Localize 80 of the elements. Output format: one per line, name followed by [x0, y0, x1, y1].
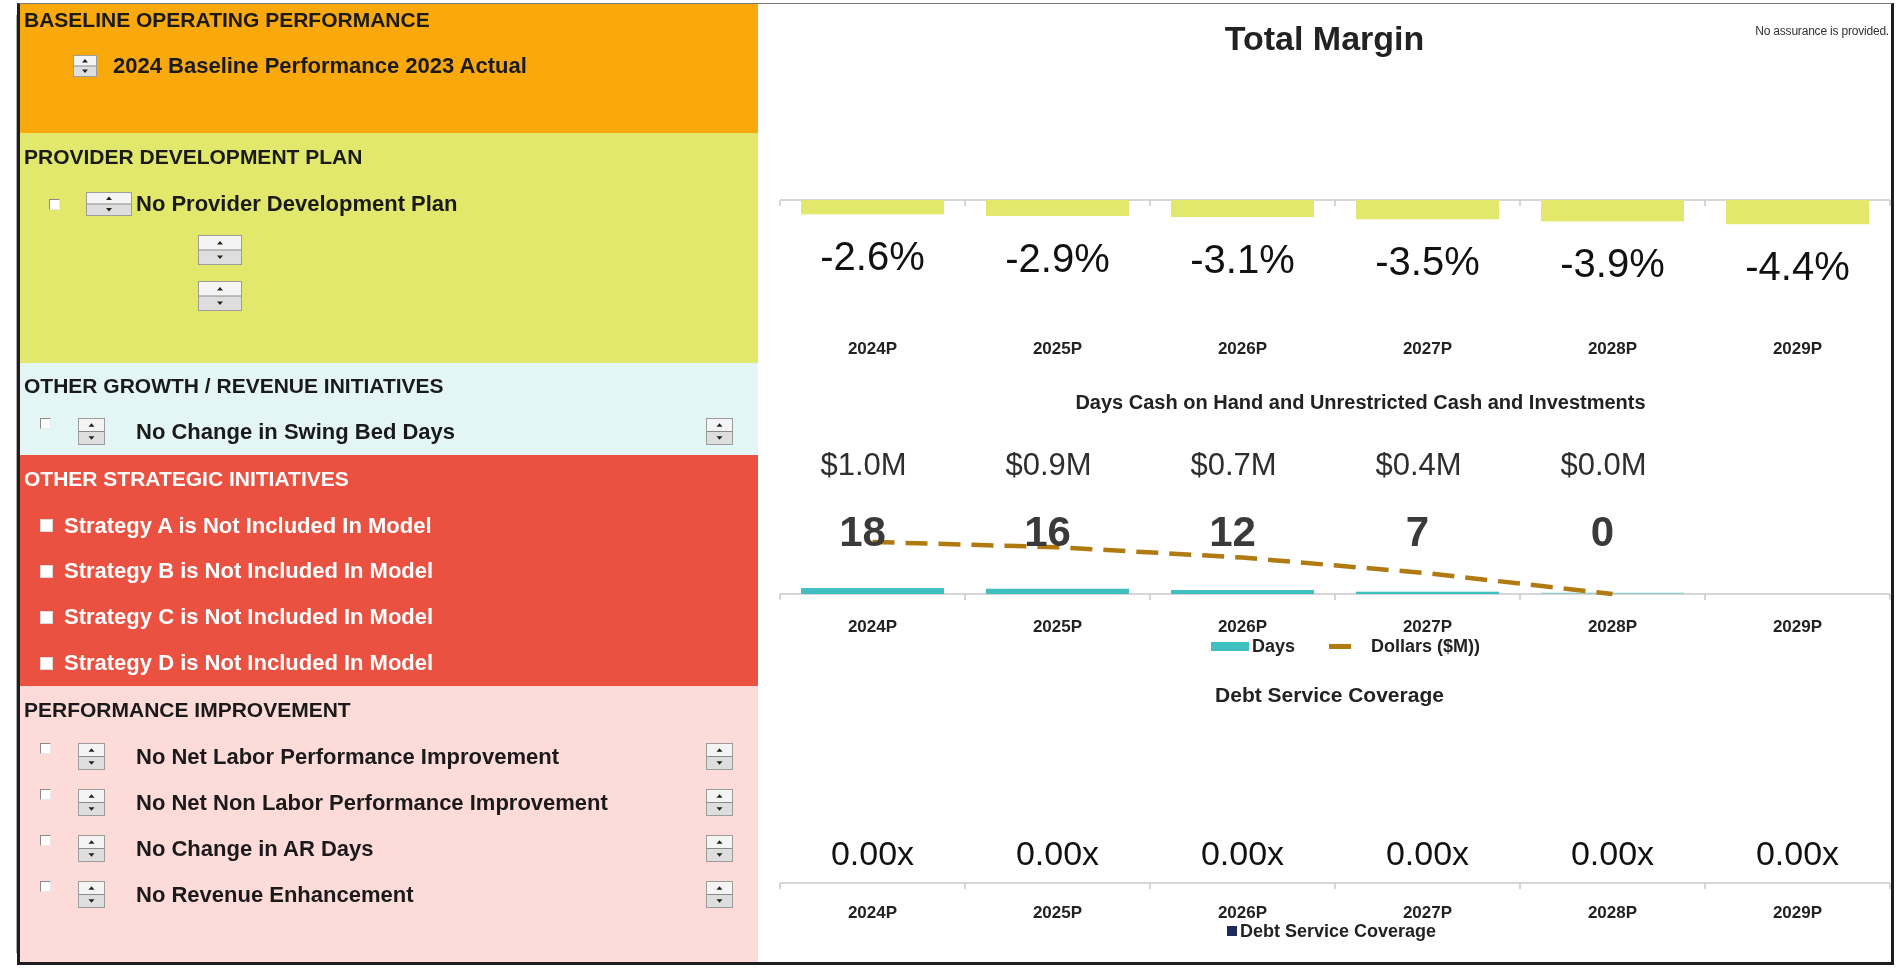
section-title: PROVIDER DEVELOPMENT PLAN [23, 144, 363, 170]
up-down-arrows-icon[interactable] [706, 418, 733, 445]
option-label: No Change in AR Days [136, 836, 374, 862]
data-label: $0.0M [1560, 446, 1647, 482]
up-down-arrows-icon[interactable] [706, 743, 733, 770]
option-label: No Change in Swing Bed Days [136, 419, 456, 445]
axis-label: 2026P [1217, 338, 1268, 358]
axis-label: 2028P [1587, 338, 1638, 358]
data-label: 18 [839, 507, 886, 555]
legend-label: Debt Service Coverage [1239, 920, 1437, 942]
up-down-arrows-icon[interactable] [706, 835, 733, 862]
axis-label: 2027P [1402, 616, 1453, 636]
section-title: BASELINE OPERATING PERFORMANCE [23, 7, 430, 33]
axis-label: 2026P [1217, 902, 1268, 922]
chart-title: Debt Service Coverage [1214, 682, 1445, 708]
up-down-arrows-icon[interactable] [78, 418, 105, 445]
data-label: 0.00x [1385, 834, 1470, 872]
axis-label: 2025P [1032, 902, 1083, 922]
checkbox[interactable] [40, 418, 51, 429]
data-label: 12 [1209, 507, 1256, 555]
data-label: 0.00x [1015, 834, 1100, 872]
chart-title: Total Margin [1224, 18, 1425, 58]
section-title: OTHER GROWTH / REVENUE INITIATIVES [23, 373, 444, 399]
axis-label: 2027P [1402, 902, 1453, 922]
option-label: Strategy C is Not Included In Model [64, 604, 434, 631]
up-down-arrows-icon[interactable] [706, 881, 733, 908]
data-label: $1.0M [820, 446, 907, 482]
section-title: PERFORMANCE IMPROVEMENT [23, 697, 351, 723]
checkbox[interactable] [40, 789, 51, 800]
axis-label: 2024P [847, 338, 898, 358]
data-label: $0.4M [1375, 446, 1462, 482]
section-title: OTHER STRATEGIC INITIATIVES [23, 465, 349, 492]
axis-label: 2029P [1772, 616, 1823, 636]
up-down-arrows-icon[interactable] [78, 881, 105, 908]
axis-label: 2025P [1032, 616, 1083, 636]
data-label: -3.5% [1375, 239, 1480, 284]
option-label: No Net Labor Performance Improvement [136, 744, 559, 770]
data-label: 0.00x [1755, 834, 1840, 872]
option-label: No Net Non Labor Performance Improvement [136, 790, 608, 816]
data-label: 0.00x [1200, 834, 1285, 872]
checkbox[interactable] [40, 743, 51, 754]
option-label: No Provider Development Plan [136, 191, 458, 217]
option-label: Strategy A is Not Included In Model [64, 512, 432, 539]
up-down-arrows-icon[interactable] [78, 835, 105, 862]
axis-label: 2029P [1772, 902, 1823, 922]
data-label: -3.1% [1190, 237, 1295, 282]
up-down-arrows-icon[interactable] [78, 789, 105, 816]
legend-label: Dollars ($M)) [1371, 635, 1480, 657]
data-label: -2.9% [1005, 235, 1110, 280]
data-label: 0.00x [830, 834, 915, 872]
axis-label: 2028P [1587, 616, 1638, 636]
up-down-arrows-icon[interactable] [78, 743, 105, 770]
data-label: -2.6% [820, 234, 925, 279]
data-label: $0.7M [1190, 446, 1277, 482]
disclaimer-note: No assurance is provided. [1755, 24, 1889, 38]
data-label: 16 [1024, 507, 1071, 555]
up-down-arrows-icon[interactable] [706, 789, 733, 816]
checkbox[interactable] [49, 198, 60, 210]
up-down-arrows-icon[interactable] [73, 55, 97, 77]
data-label: -3.9% [1560, 241, 1665, 286]
option-label: 2024 Baseline Performance 2023 Actual [113, 53, 527, 79]
axis-label: 2026P [1217, 616, 1268, 636]
data-label: -4.4% [1745, 244, 1850, 289]
axis-label: 2027P [1402, 338, 1453, 358]
axis-label: 2024P [847, 616, 898, 636]
option-label: Strategy B is Not Included In Model [64, 558, 434, 585]
checkbox[interactable] [40, 835, 51, 846]
data-label: $0.9M [1005, 446, 1092, 482]
data-label: 7 [1405, 507, 1430, 555]
data-label: 0 [1590, 507, 1615, 555]
option-label: No Revenue Enhancement [136, 882, 414, 908]
chart-title: Days Cash on Hand and Unrestricted Cash and Investments [1074, 389, 1647, 415]
axis-label: 2029P [1772, 338, 1823, 358]
axis-label: 2025P [1032, 338, 1083, 358]
checkbox[interactable] [40, 881, 51, 892]
data-label: 0.00x [1570, 834, 1655, 872]
legend-label: Days [1251, 635, 1295, 657]
axis-label: 2024P [847, 902, 898, 922]
axis-label: 2028P [1587, 902, 1638, 922]
option-label: Strategy D is Not Included In Model [64, 650, 434, 677]
